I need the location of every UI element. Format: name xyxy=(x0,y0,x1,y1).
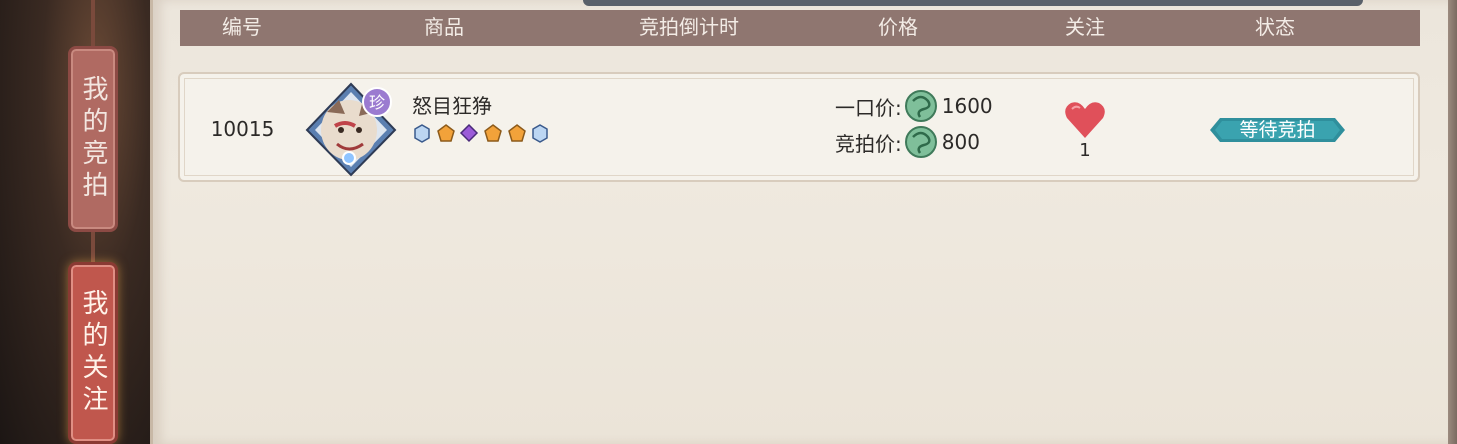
item-gems xyxy=(412,122,562,146)
table-row[interactable]: 10015 珍 怒目狂狰 一口价: 1600 竞拍价: 800 1 等待竞拍 xyxy=(178,72,1420,182)
tab-cord-middle xyxy=(91,232,95,262)
status-badge: 等待竞拍 xyxy=(1210,116,1345,144)
item-name: 怒目狂狰 xyxy=(412,94,492,118)
tab-my-follows[interactable]: 我的关注 xyxy=(68,262,118,444)
item-portrait-icon[interactable]: 珍 xyxy=(305,82,397,177)
buyout-price: 1600 xyxy=(941,94,993,118)
bid-label: 竞拍价: xyxy=(835,131,902,156)
auction-panel xyxy=(150,0,1448,444)
bid-price: 800 xyxy=(941,130,980,154)
rarity-badge-text: 珍 xyxy=(369,93,385,112)
gem-orange-pentagon-icon xyxy=(508,124,526,142)
follow-count: 1 xyxy=(1079,140,1091,161)
buyout-label: 一口价: xyxy=(835,95,902,120)
bid-price-line: 竞拍价: 800 xyxy=(835,124,993,160)
header-item: 商品 xyxy=(424,15,464,39)
gem-orange-pentagon-icon xyxy=(484,124,502,142)
listing-id: 10015 xyxy=(210,117,275,141)
header-follow: 关注 xyxy=(1065,15,1105,39)
tab-cord-top xyxy=(91,0,95,46)
gem-purple-diamond-icon xyxy=(459,123,479,143)
status-text: 等待竞拍 xyxy=(1239,119,1316,141)
panel-top-bar xyxy=(583,0,1363,6)
header-status: 状态 xyxy=(1255,15,1295,39)
jade-dragon-icon xyxy=(904,125,938,159)
header-price: 价格 xyxy=(878,15,918,39)
header-id: 编号 xyxy=(222,15,262,39)
tab-my-auctions-label: 我的竞拍 xyxy=(78,75,108,203)
gem-orange-pentagon-icon xyxy=(437,124,455,142)
table-header: 编号 商品 竞拍倒计时 价格 关注 状态 xyxy=(180,10,1420,46)
header-countdown: 竞拍倒计时 xyxy=(639,15,739,39)
follow-button[interactable]: 1 xyxy=(1060,100,1110,161)
gem-blue-hex-icon xyxy=(414,124,430,143)
heart-icon[interactable] xyxy=(1063,100,1107,140)
tab-my-auctions[interactable]: 我的竞拍 xyxy=(68,46,118,232)
jade-dragon-icon xyxy=(904,89,938,123)
tab-my-follows-label: 我的关注 xyxy=(78,289,108,417)
buyout-price-line: 一口价: 1600 xyxy=(835,88,993,124)
gem-blue-hex-icon xyxy=(532,124,548,143)
price-block: 一口价: 1600 竞拍价: 800 xyxy=(835,88,993,160)
